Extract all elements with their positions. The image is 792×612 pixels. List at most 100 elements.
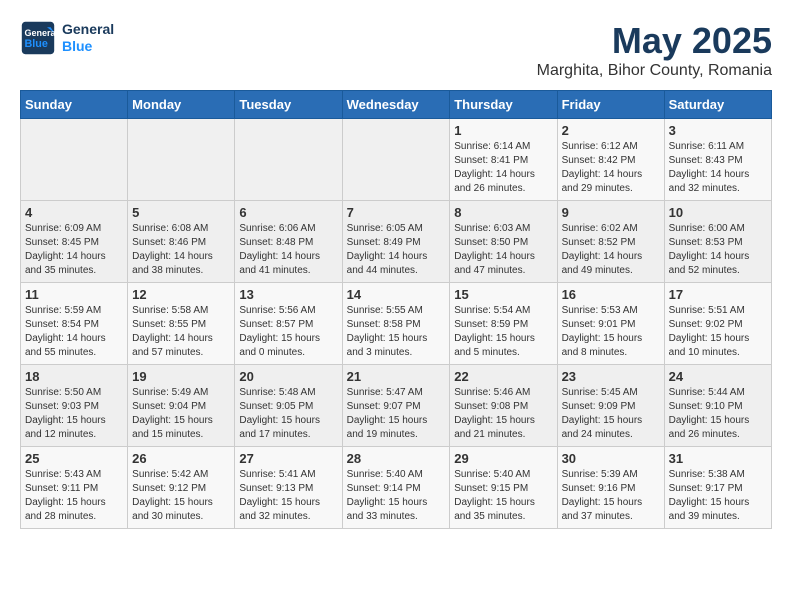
calendar-cell: 31Sunrise: 5:38 AM Sunset: 9:17 PM Dayli… — [664, 447, 771, 529]
day-info: Sunrise: 5:50 AM Sunset: 9:03 PM Dayligh… — [25, 386, 123, 442]
day-number: 12 — [132, 287, 230, 302]
calendar-table: SundayMondayTuesdayWednesdayThursdayFrid… — [20, 90, 772, 529]
header-row: SundayMondayTuesdayWednesdayThursdayFrid… — [21, 91, 772, 119]
calendar-week-4: 18 Sunrise: 5:50 AM Sunset: 9:03 PM Dayli… — [21, 365, 772, 447]
calendar-cell: 25 Sunrise: 5:43 AM Sunset: 9:11 PM Dayli… — [21, 447, 128, 529]
day-number: 25 — [25, 451, 123, 466]
day-info: Sunrise: 5:56 AM Sunset: 8:57 PM Dayligh… — [239, 304, 337, 360]
day-number: 19 — [132, 369, 230, 384]
day-number: 14 — [347, 287, 446, 302]
day-info: Sunrise: 5:47 AM Sunset: 9:07 PM Dayligh… — [347, 386, 446, 442]
calendar-cell: 27Sunrise: 5:41 AM Sunset: 9:13 PM Dayli… — [235, 447, 342, 529]
calendar-cell: 24 Sunrise: 5:44 AM Sunset: 9:10 PM Dayli… — [664, 365, 771, 447]
calendar-cell: 17 Sunrise: 5:51 AM Sunset: 9:02 PM Dayli… — [664, 283, 771, 365]
day-number: 4 — [25, 205, 123, 220]
calendar-cell: 4 Sunrise: 6:09 AM Sunset: 8:45 PM Daylig… — [21, 201, 128, 283]
day-info: Sunrise: 6:03 AM Sunset: 8:50 PM Dayligh… — [454, 222, 552, 278]
day-number: 22 — [454, 369, 552, 384]
day-number: 11 — [25, 287, 123, 302]
calendar-cell: 20Sunrise: 5:48 AM Sunset: 9:05 PM Dayli… — [235, 365, 342, 447]
day-number: 23 — [562, 369, 660, 384]
day-info: Sunrise: 5:44 AM Sunset: 9:10 PM Dayligh… — [669, 386, 767, 442]
day-number: 5 — [132, 205, 230, 220]
calendar-cell — [128, 119, 235, 201]
calendar-cell: 29 Sunrise: 5:40 AM Sunset: 9:15 PM Dayli… — [450, 447, 557, 529]
logo-icon: General Blue — [20, 20, 56, 56]
calendar-cell — [342, 119, 450, 201]
day-number: 6 — [239, 205, 337, 220]
calendar-cell: 15 Sunrise: 5:54 AM Sunset: 8:59 PM Dayli… — [450, 283, 557, 365]
day-info: Sunrise: 5:45 AM Sunset: 9:09 PM Dayligh… — [562, 386, 660, 442]
calendar-cell: 19 Sunrise: 5:49 AM Sunset: 9:04 PM Dayli… — [128, 365, 235, 447]
calendar-header: SundayMondayTuesdayWednesdayThursdayFrid… — [21, 91, 772, 119]
day-info: Sunrise: 5:49 AM Sunset: 9:04 PM Dayligh… — [132, 386, 230, 442]
calendar-week-3: 11 Sunrise: 5:59 AM Sunset: 8:54 PM Dayli… — [21, 283, 772, 365]
day-number: 7 — [347, 205, 446, 220]
calendar-cell: 10 Sunrise: 6:00 AM Sunset: 8:53 PM Dayli… — [664, 201, 771, 283]
calendar-cell: 16Sunrise: 5:53 AM Sunset: 9:01 PM Dayli… — [557, 283, 664, 365]
day-info: Sunrise: 5:43 AM Sunset: 9:11 PM Dayligh… — [25, 468, 123, 524]
calendar-cell: 6 Sunrise: 6:06 AM Sunset: 8:48 PM Daylig… — [235, 201, 342, 283]
day-info: Sunrise: 6:11 AM Sunset: 8:43 PM Dayligh… — [669, 140, 767, 196]
calendar-cell: 5 Sunrise: 6:08 AM Sunset: 8:46 PM Daylig… — [128, 201, 235, 283]
day-number: 15 — [454, 287, 552, 302]
day-number: 10 — [669, 205, 767, 220]
calendar-cell — [21, 119, 128, 201]
day-info: Sunrise: 5:42 AM Sunset: 9:12 PM Dayligh… — [132, 468, 230, 524]
weekday-header-friday: Friday — [557, 91, 664, 119]
day-number: 21 — [347, 369, 446, 384]
day-info: Sunrise: 5:41 AM Sunset: 9:13 PM Dayligh… — [239, 468, 337, 524]
calendar-week-2: 4 Sunrise: 6:09 AM Sunset: 8:45 PM Daylig… — [21, 201, 772, 283]
day-info: Sunrise: 5:46 AM Sunset: 9:08 PM Dayligh… — [454, 386, 552, 442]
day-info: Sunrise: 6:06 AM Sunset: 8:48 PM Dayligh… — [239, 222, 337, 278]
calendar-cell: 18 Sunrise: 5:50 AM Sunset: 9:03 PM Dayli… — [21, 365, 128, 447]
day-number: 26 — [132, 451, 230, 466]
day-number: 24 — [669, 369, 767, 384]
calendar-cell: 8 Sunrise: 6:03 AM Sunset: 8:50 PM Daylig… — [450, 201, 557, 283]
calendar-week-1: 1Sunrise: 6:14 AM Sunset: 8:41 PM Daylig… — [21, 119, 772, 201]
logo-text-general: General — [62, 21, 114, 38]
day-info: Sunrise: 5:40 AM Sunset: 9:14 PM Dayligh… — [347, 468, 446, 524]
day-number: 1 — [454, 123, 552, 138]
day-info: Sunrise: 6:05 AM Sunset: 8:49 PM Dayligh… — [347, 222, 446, 278]
logo-text-blue: Blue — [62, 38, 114, 55]
weekday-header-sunday: Sunday — [21, 91, 128, 119]
day-info: Sunrise: 5:59 AM Sunset: 8:54 PM Dayligh… — [25, 304, 123, 360]
day-info: Sunrise: 6:00 AM Sunset: 8:53 PM Dayligh… — [669, 222, 767, 278]
calendar-cell: 23 Sunrise: 5:45 AM Sunset: 9:09 PM Dayli… — [557, 365, 664, 447]
day-number: 31 — [669, 451, 767, 466]
svg-text:Blue: Blue — [25, 38, 48, 50]
calendar-cell: 3Sunrise: 6:11 AM Sunset: 8:43 PM Daylig… — [664, 119, 771, 201]
day-info: Sunrise: 6:09 AM Sunset: 8:45 PM Dayligh… — [25, 222, 123, 278]
weekday-header-thursday: Thursday — [450, 91, 557, 119]
calendar-week-5: 25 Sunrise: 5:43 AM Sunset: 9:11 PM Dayli… — [21, 447, 772, 529]
day-number: 8 — [454, 205, 552, 220]
day-number: 29 — [454, 451, 552, 466]
calendar-body: 1Sunrise: 6:14 AM Sunset: 8:41 PM Daylig… — [21, 119, 772, 529]
day-info: Sunrise: 6:08 AM Sunset: 8:46 PM Dayligh… — [132, 222, 230, 278]
logo: General Blue General Blue — [20, 20, 114, 56]
weekday-header-tuesday: Tuesday — [235, 91, 342, 119]
day-number: 13 — [239, 287, 337, 302]
calendar-cell: 22 Sunrise: 5:46 AM Sunset: 9:08 PM Dayli… — [450, 365, 557, 447]
day-number: 18 — [25, 369, 123, 384]
day-info: Sunrise: 5:53 AM Sunset: 9:01 PM Dayligh… — [562, 304, 660, 360]
calendar-cell: 9 Sunrise: 6:02 AM Sunset: 8:52 PM Daylig… — [557, 201, 664, 283]
calendar-cell — [235, 119, 342, 201]
day-info: Sunrise: 6:12 AM Sunset: 8:42 PM Dayligh… — [562, 140, 660, 196]
calendar-cell: 28 Sunrise: 5:40 AM Sunset: 9:14 PM Dayli… — [342, 447, 450, 529]
day-info: Sunrise: 6:02 AM Sunset: 8:52 PM Dayligh… — [562, 222, 660, 278]
calendar-cell: 21 Sunrise: 5:47 AM Sunset: 9:07 PM Dayli… — [342, 365, 450, 447]
day-number: 28 — [347, 451, 446, 466]
day-info: Sunrise: 5:51 AM Sunset: 9:02 PM Dayligh… — [669, 304, 767, 360]
calendar-cell: 12Sunrise: 5:58 AM Sunset: 8:55 PM Dayli… — [128, 283, 235, 365]
calendar-cell: 7 Sunrise: 6:05 AM Sunset: 8:49 PM Daylig… — [342, 201, 450, 283]
weekday-header-wednesday: Wednesday — [342, 91, 450, 119]
day-info: Sunrise: 5:40 AM Sunset: 9:15 PM Dayligh… — [454, 468, 552, 524]
calendar-cell: 11 Sunrise: 5:59 AM Sunset: 8:54 PM Dayli… — [21, 283, 128, 365]
day-number: 17 — [669, 287, 767, 302]
calendar-title: May 2025 — [537, 20, 772, 62]
day-info: Sunrise: 5:54 AM Sunset: 8:59 PM Dayligh… — [454, 304, 552, 360]
day-number: 9 — [562, 205, 660, 220]
day-info: Sunrise: 5:39 AM Sunset: 9:16 PM Dayligh… — [562, 468, 660, 524]
